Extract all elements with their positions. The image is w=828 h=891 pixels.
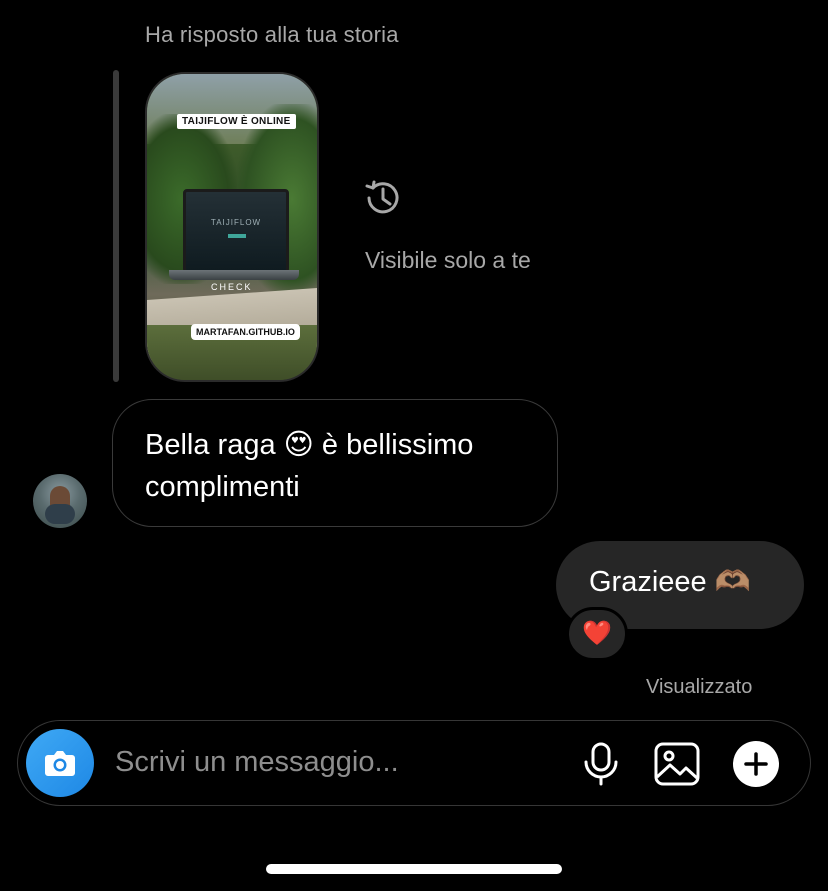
laptop-screen: TAIJIFLOW <box>183 189 289 273</box>
laptop-title: TAIJIFLOW <box>210 218 262 227</box>
home-indicator[interactable] <box>266 864 562 874</box>
seen-status: Visualizzato <box>646 676 753 698</box>
visibility-note: Visibile solo a te <box>365 247 531 273</box>
chat-screen: Ha risposto alla tua storia TAIJIFLOW TA… <box>0 0 828 891</box>
reply-indicator-bar <box>113 70 119 382</box>
camera-icon <box>45 751 75 776</box>
history-icon <box>365 180 399 214</box>
story-thumbnail[interactable]: TAIJIFLOW TAIJIFLOW È ONLINE CHECK MARTA… <box>145 72 319 382</box>
incoming-message-bubble[interactable]: Bella raga 😍 è bellissimo complimenti <box>112 399 558 527</box>
story-link-sticker[interactable]: MARTAFAN.GITHUB.IO <box>191 324 300 340</box>
camera-button[interactable] <box>26 729 94 797</box>
microphone-icon[interactable] <box>581 741 621 787</box>
heart-reaction[interactable]: ❤️ <box>566 607 628 661</box>
message-composer <box>17 720 811 806</box>
outgoing-message-text: Grazieee 🫶🏽 <box>589 566 751 598</box>
gallery-icon[interactable] <box>653 741 701 787</box>
story-reply-caption: Ha risposto alla tua storia <box>145 22 399 47</box>
message-input[interactable] <box>113 745 557 780</box>
avatar[interactable] <box>33 474 87 528</box>
story-overlay-check: CHECK <box>211 282 253 292</box>
add-content-button[interactable] <box>733 741 779 787</box>
incoming-message-text: Bella raga 😍 è bellissimo complimenti <box>145 429 474 503</box>
story-overlay-title: TAIJIFLOW È ONLINE <box>177 114 296 129</box>
plus-icon <box>744 752 768 776</box>
